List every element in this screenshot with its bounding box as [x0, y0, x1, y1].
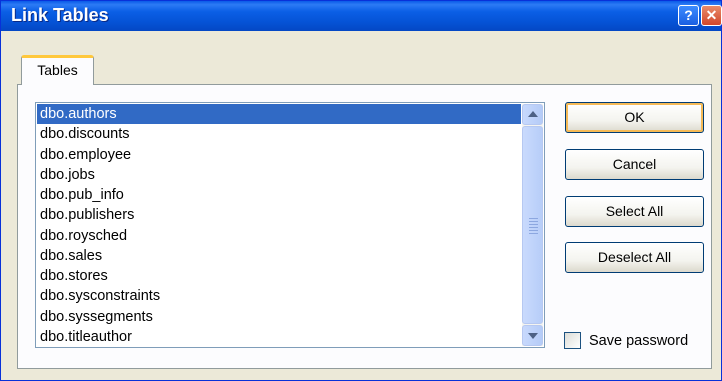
- select-all-button[interactable]: Select All: [565, 196, 704, 227]
- chevron-down-icon: [528, 333, 538, 339]
- list-item[interactable]: dbo.publishers: [37, 205, 521, 225]
- list-item[interactable]: dbo.sales: [37, 246, 521, 266]
- help-icon: ?: [684, 7, 693, 23]
- close-button[interactable]: ✕: [701, 5, 722, 26]
- deselect-all-button[interactable]: Deselect All: [565, 242, 704, 273]
- chevron-up-icon: [528, 111, 538, 117]
- tables-listbox[interactable]: dbo.authors dbo.discounts dbo.employee dbo.…: [35, 102, 545, 348]
- list-item[interactable]: dbo.jobs: [37, 165, 521, 185]
- window-title: Link Tables: [11, 5, 109, 25]
- list-item[interactable]: dbo.authors: [37, 104, 521, 125]
- link-tables-dialog: Link Tables ? ✕ Tables dbo.authors dbo.di…: [0, 0, 722, 381]
- save-password-label: Save password: [589, 333, 689, 349]
- list-item[interactable]: dbo.stores: [37, 266, 521, 286]
- list-item[interactable]: dbo.pub_info: [37, 185, 521, 205]
- scroll-down-button[interactable]: [522, 325, 543, 346]
- list-item[interactable]: dbo.syssegments: [37, 307, 521, 327]
- title-bar[interactable]: Link Tables ? ✕: [1, 1, 722, 31]
- save-password-checkbox[interactable]: [564, 332, 581, 349]
- help-button[interactable]: ?: [678, 5, 699, 26]
- scroll-thumb[interactable]: [522, 126, 543, 324]
- close-icon: ✕: [705, 7, 718, 23]
- list-item[interactable]: dbo.sysconstraints: [37, 286, 521, 306]
- vertical-scrollbar[interactable]: [522, 104, 543, 346]
- ok-button[interactable]: OK: [565, 102, 704, 133]
- list-item[interactable]: dbo.employee: [37, 145, 521, 165]
- grip-icon: [529, 218, 538, 234]
- list-item[interactable]: dbo.discounts: [37, 124, 521, 144]
- scroll-up-button[interactable]: [522, 104, 543, 125]
- cancel-button[interactable]: Cancel: [565, 149, 704, 180]
- tab-tables[interactable]: Tables: [21, 55, 94, 85]
- list-item[interactable]: dbo.titleauthor: [37, 327, 521, 347]
- tables-list: dbo.authors dbo.discounts dbo.employee dbo.…: [37, 104, 521, 347]
- list-item[interactable]: dbo.roysched: [37, 226, 521, 246]
